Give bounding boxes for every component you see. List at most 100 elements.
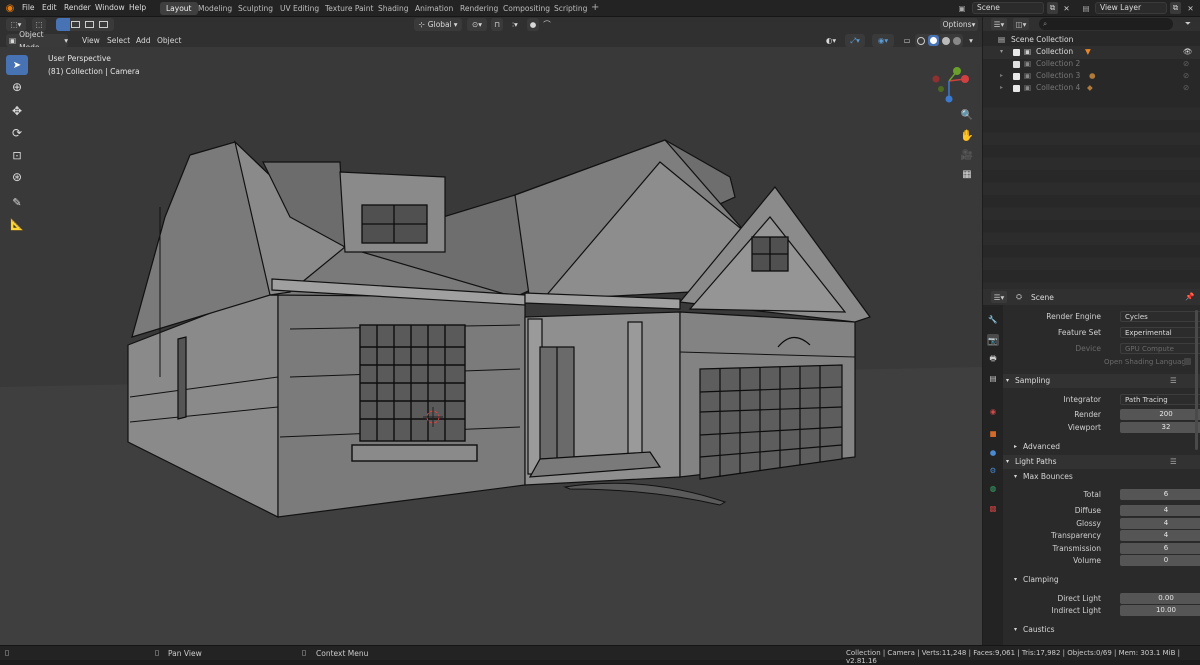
- navigation-gizmo[interactable]: [925, 65, 975, 107]
- view-layer-tab-icon[interactable]: ▤: [987, 372, 999, 384]
- expand-arrow-icon[interactable]: ▸: [1000, 82, 1003, 95]
- object-mode-dropdown[interactable]: ▣Object Mode▾: [6, 30, 68, 52]
- menu-file[interactable]: File: [22, 3, 35, 12]
- falloff-icon[interactable]: ⌒: [541, 18, 553, 31]
- zoom-icon[interactable]: 🔍: [957, 105, 977, 125]
- pan-hand-icon[interactable]: ✋: [957, 125, 977, 145]
- camera-view-icon[interactable]: 🎥: [957, 145, 977, 165]
- sampling-panel-header[interactable]: ▾ Sampling ☰: [1003, 374, 1200, 388]
- eye-closed-icon[interactable]: ⊘: [1183, 70, 1189, 83]
- list-icon[interactable]: ☰: [1170, 374, 1177, 388]
- scene-icon[interactable]: ▣: [956, 3, 968, 14]
- viewport-samples-field[interactable]: 32: [1120, 422, 1200, 433]
- measure-tool-icon[interactable]: 📐: [6, 214, 28, 234]
- eye-closed-icon[interactable]: ⊘: [1183, 82, 1189, 95]
- osl-checkbox[interactable]: [1184, 358, 1191, 365]
- scene-field[interactable]: Scene: [972, 2, 1044, 14]
- advanced-subpanel-header[interactable]: ▸ Advanced: [1003, 440, 1200, 453]
- copy-scene-icon[interactable]: ⧉: [1047, 2, 1058, 14]
- rendered-shading-icon[interactable]: [953, 37, 961, 45]
- house-model[interactable]: [0, 47, 982, 645]
- selection-mode-group[interactable]: [56, 18, 114, 31]
- gizmo-icon[interactable]: ⤢▾: [845, 34, 865, 47]
- menu-view[interactable]: View: [82, 34, 100, 47]
- material-shading-icon[interactable]: [942, 37, 950, 45]
- copy-view-layer-icon[interactable]: ⧉: [1170, 2, 1181, 14]
- outliner-row-collection[interactable]: ▾ ▣ Collection ▼ 👁: [983, 46, 1200, 59]
- transmission-bounces-field[interactable]: 6: [1120, 543, 1200, 554]
- tab-scripting[interactable]: Scripting: [548, 2, 593, 15]
- properties-editor-icon[interactable]: ☰▾: [991, 291, 1007, 303]
- options-dropdown[interactable]: Options ▾: [940, 18, 978, 31]
- feature-set-dropdown[interactable]: Experimental▾: [1120, 327, 1200, 338]
- integrator-dropdown[interactable]: Path Tracing▾: [1120, 394, 1200, 405]
- indirect-light-field[interactable]: 10.00: [1120, 605, 1200, 616]
- expand-arrow-icon[interactable]: ▾: [1000, 46, 1003, 59]
- annotate-tool-icon[interactable]: ✎: [6, 192, 28, 212]
- snap-target-icon[interactable]: ⦙▾: [506, 18, 524, 31]
- pin-icon[interactable]: 📌: [1185, 292, 1194, 301]
- extend-selection-icon[interactable]: [71, 21, 80, 28]
- max-bounces-subpanel-header[interactable]: ▾ Max Bounces: [1003, 470, 1200, 483]
- glossy-bounces-field[interactable]: 4: [1120, 518, 1200, 529]
- menu-help[interactable]: Help: [129, 3, 146, 12]
- collection-2-checkbox[interactable]: [1013, 61, 1020, 68]
- pivot-point-icon[interactable]: ⊙▾: [467, 18, 487, 31]
- collection-3-checkbox[interactable]: [1013, 73, 1020, 80]
- select-tool-icon[interactable]: ➤: [6, 55, 28, 75]
- texture-tab-icon[interactable]: ▩: [987, 502, 999, 514]
- wireframe-shading-icon[interactable]: [917, 37, 925, 45]
- device-dropdown[interactable]: GPU Compute▾: [1120, 343, 1200, 354]
- outliner-row-collection-3[interactable]: ▸ ▣ Collection 3 ● ⊘: [983, 70, 1200, 83]
- clamping-subpanel-header[interactable]: ▾ Clamping: [1003, 573, 1200, 586]
- tab-uv-editing[interactable]: UV Editing: [274, 2, 325, 15]
- solid-shading-active[interactable]: [928, 35, 939, 46]
- object-tab-icon[interactable]: ●: [987, 446, 999, 458]
- outliner-row-collection-2[interactable]: ▣ Collection 2 ⊘: [983, 58, 1200, 71]
- view-layer-field[interactable]: View Layer: [1095, 2, 1167, 14]
- cursor-tool-icon[interactable]: ⊕: [6, 77, 28, 97]
- menu-object[interactable]: Object: [157, 34, 181, 47]
- outliner-row-scene-collection[interactable]: ▤ Scene Collection: [983, 34, 1200, 47]
- outliner-row-collection-4[interactable]: ▸ ▣ Collection 4 ◆ ⊘: [983, 82, 1200, 95]
- render-engine-dropdown[interactable]: Cycles▾: [1120, 311, 1200, 322]
- shading-mode-group[interactable]: [915, 34, 963, 47]
- list-icon[interactable]: ☰: [1170, 455, 1177, 469]
- data-tab-icon[interactable]: ◍: [987, 482, 999, 494]
- light-paths-panel-header[interactable]: ▾ Light Paths ☰: [1003, 455, 1200, 469]
- invert-selection-icon[interactable]: [99, 21, 108, 28]
- view-layer-icon[interactable]: ▤: [1080, 3, 1092, 14]
- rotate-tool-icon[interactable]: ⟳: [6, 123, 28, 143]
- menu-edit[interactable]: Edit: [42, 3, 57, 12]
- add-workspace-icon[interactable]: +: [591, 2, 599, 13]
- menu-add[interactable]: Add: [136, 34, 151, 47]
- outliner-editor-icon[interactable]: ☰▾: [991, 18, 1007, 30]
- eye-closed-icon[interactable]: ⊘: [1183, 58, 1189, 71]
- menu-select[interactable]: Select: [107, 34, 130, 47]
- render-samples-field[interactable]: 200: [1120, 409, 1200, 420]
- visibility-icon[interactable]: ◐▾: [822, 34, 840, 47]
- proportional-edit-icon[interactable]: ●: [527, 18, 539, 31]
- menu-render[interactable]: Render: [64, 3, 91, 12]
- menu-window[interactable]: Window: [95, 3, 125, 12]
- 3d-viewport[interactable]: User Perspective (81) Collection | Camer…: [0, 47, 982, 645]
- render-tab-icon[interactable]: 📷: [987, 334, 999, 346]
- collection-4-checkbox[interactable]: [1013, 85, 1020, 92]
- constraints-tab-icon[interactable]: ⚙: [987, 464, 999, 476]
- xray-icon[interactable]: ▭: [901, 34, 913, 47]
- tab-sculpting[interactable]: Sculpting: [232, 2, 279, 15]
- total-bounces-field[interactable]: 6: [1120, 489, 1200, 500]
- transparency-bounces-field[interactable]: 4: [1120, 530, 1200, 541]
- scale-tool-icon[interactable]: ⊡: [6, 145, 28, 165]
- tool-tab-icon[interactable]: 🔧: [987, 313, 999, 325]
- scene-tab-icon[interactable]: ◉: [987, 405, 999, 417]
- world-tab-icon[interactable]: ■: [987, 427, 999, 439]
- transform-tool-icon[interactable]: ⊛: [6, 167, 28, 187]
- tab-texture-paint[interactable]: Texture Paint: [319, 2, 379, 15]
- diffuse-bounces-field[interactable]: 4: [1120, 505, 1200, 516]
- blender-logo-icon[interactable]: ◉: [4, 2, 16, 14]
- expand-arrow-icon[interactable]: ▸: [1000, 70, 1003, 83]
- snap-icon[interactable]: ⊓: [491, 18, 503, 31]
- delete-view-layer-icon[interactable]: ✕: [1185, 2, 1196, 14]
- output-tab-icon[interactable]: 🖶: [987, 353, 999, 365]
